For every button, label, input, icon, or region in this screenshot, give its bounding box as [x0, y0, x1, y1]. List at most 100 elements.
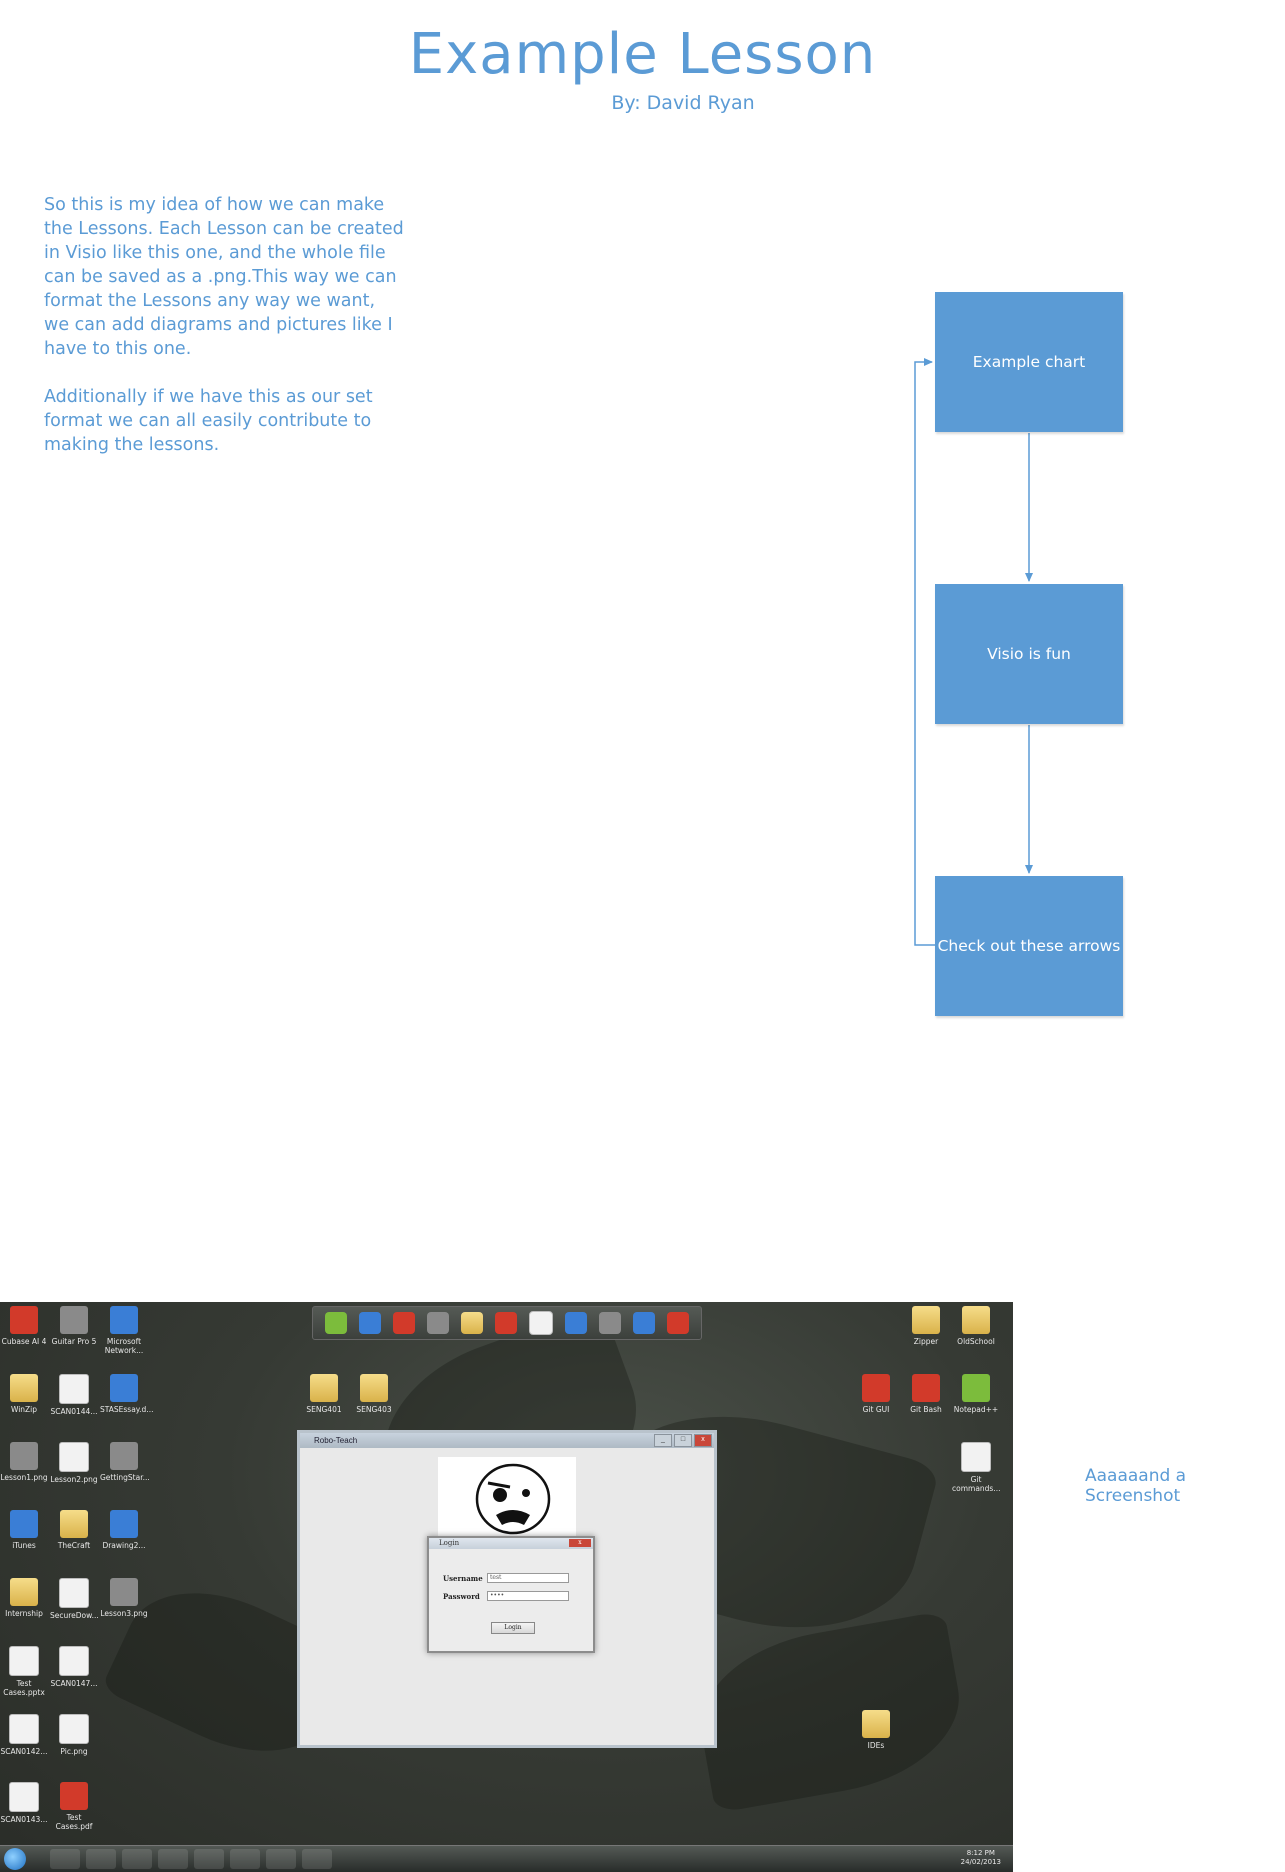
- desktop-icon[interactable]: Pic.png: [50, 1714, 98, 1756]
- cards-icon[interactable]: [495, 1312, 517, 1334]
- desktop-icon-label: IDEs: [867, 1741, 885, 1750]
- desktop-icon[interactable]: Guitar Pro 5: [50, 1306, 98, 1346]
- desktop-icon[interactable]: Internship: [0, 1578, 48, 1618]
- desktop-icon[interactable]: Git Bash: [902, 1374, 950, 1414]
- screenshot-caption: Aaaaaand a Screenshot: [1085, 1466, 1187, 1506]
- app-icon[interactable]: [194, 1849, 224, 1869]
- desktop-icon-label: GettingStar...: [100, 1473, 150, 1482]
- taskbar: 8:12 PM 24/02/2013: [0, 1845, 1013, 1872]
- login-close-button[interactable]: x: [569, 1539, 591, 1547]
- desktop-icon[interactable]: Lesson3.png: [100, 1578, 148, 1618]
- desktop-icon[interactable]: SENG403: [350, 1374, 398, 1414]
- login-dialog-titlebar[interactable]: Login x: [429, 1538, 593, 1549]
- desktop-screenshot: Cubase AI 4 Guitar Pro 5 Microsoft Netwo…: [0, 1302, 1013, 1872]
- desktop-icon[interactable]: STASEssay.d...: [100, 1374, 153, 1414]
- firefox-icon[interactable]: [667, 1312, 689, 1334]
- desktop-icon[interactable]: Git GUI: [852, 1374, 900, 1414]
- desktop-icon[interactable]: Microsoft Network...: [100, 1306, 148, 1355]
- notepad-icon[interactable]: [529, 1311, 553, 1335]
- desktop-icon-label: SCAN0147...: [50, 1679, 98, 1688]
- login-button[interactable]: Login: [491, 1622, 535, 1634]
- visio-icon[interactable]: [266, 1849, 296, 1869]
- desktop-icon[interactable]: iTunes: [0, 1510, 48, 1550]
- flow-node-example-chart: Example chart: [935, 292, 1123, 432]
- desktop-icon-label: Microsoft Network...: [104, 1337, 144, 1355]
- app-icon[interactable]: [325, 1312, 347, 1334]
- desktop-icon-label: SENG401: [306, 1405, 342, 1414]
- desktop-icon-label: Git Bash: [910, 1405, 942, 1414]
- desktop-icon[interactable]: Lesson2.png: [50, 1442, 98, 1484]
- desktop-icon-label: SCAN0144...: [50, 1407, 98, 1416]
- desktop-icon-label: SecureDow...: [50, 1611, 99, 1620]
- flow-node-check-arrows: Check out these arrows: [935, 876, 1123, 1016]
- media-player-icon[interactable]: [86, 1849, 116, 1869]
- desktop-icon-label: TheCraft: [57, 1541, 91, 1550]
- desktop-icon[interactable]: Drawing2...: [100, 1510, 148, 1550]
- desktop-icon-label: SCAN0143...: [0, 1815, 48, 1824]
- desktop-icon-label: WinZip: [10, 1405, 38, 1414]
- headphones-icon[interactable]: [427, 1312, 449, 1334]
- globe-icon[interactable]: [359, 1312, 381, 1334]
- desktop-icon-label: Test Cases.pdf: [55, 1813, 93, 1831]
- app-icon[interactable]: [393, 1312, 415, 1334]
- desktop-icon-label: OldSchool: [957, 1337, 995, 1346]
- app-icon[interactable]: [565, 1312, 587, 1334]
- desktop-icon[interactable]: Lesson1.png: [0, 1442, 48, 1482]
- flow-node-visio-is-fun: Visio is fun: [935, 584, 1123, 724]
- recycle-bin-icon[interactable]: [599, 1312, 621, 1334]
- app-window-title: Robo-Teach: [314, 1436, 358, 1445]
- desktop-icon-label: Internship: [5, 1609, 43, 1618]
- desktop-icon[interactable]: TheCraft: [50, 1510, 98, 1550]
- desktop-icon[interactable]: Notepad++: [952, 1374, 1000, 1414]
- desktop-icon[interactable]: Zipper: [902, 1306, 950, 1346]
- internet-explorer-icon[interactable]: [633, 1312, 655, 1334]
- desktop-icon[interactable]: SCAN0147...: [50, 1646, 98, 1688]
- app-window-titlebar[interactable]: Robo-Teach _ □ x: [300, 1433, 714, 1448]
- internet-explorer-icon[interactable]: [122, 1849, 152, 1869]
- desktop-icon[interactable]: OldSchool: [952, 1306, 1000, 1346]
- desktop-icon-label: Drawing2...: [102, 1541, 146, 1550]
- login-dialog: Login x Username test Password •••• Logi…: [427, 1536, 595, 1653]
- desktop-icon-label: Lesson3.png: [100, 1609, 148, 1618]
- firefox-icon[interactable]: [158, 1849, 188, 1869]
- meme-face-image: [438, 1457, 576, 1537]
- explorer-icon[interactable]: [50, 1849, 80, 1869]
- username-label: Username: [443, 1574, 483, 1583]
- desktop-icon[interactable]: Git commands...: [952, 1442, 1001, 1493]
- quick-launch-bar: [312, 1306, 702, 1340]
- java-icon[interactable]: [302, 1849, 332, 1869]
- desktop-icon[interactable]: Test Cases.pptx: [0, 1646, 48, 1697]
- clock-date: 24/02/2013: [960, 1858, 1001, 1866]
- desktop-icon[interactable]: WinZip: [0, 1374, 48, 1414]
- start-button[interactable]: [4, 1848, 26, 1870]
- desktop-icon-label: iTunes: [12, 1541, 36, 1550]
- desktop-icon[interactable]: SecureDow...: [50, 1578, 99, 1620]
- arrow-loop-back: [914, 358, 935, 946]
- desktop-icon[interactable]: SCAN0143...: [0, 1782, 48, 1824]
- desktop-icon-label: Pic.png: [60, 1747, 88, 1756]
- desktop-icon[interactable]: Cubase AI 4: [0, 1306, 48, 1346]
- desktop-icon-label: Guitar Pro 5: [51, 1337, 97, 1346]
- password-field[interactable]: ••••: [487, 1591, 569, 1601]
- desktop-icon-label: Cubase AI 4: [1, 1337, 47, 1346]
- desktop-icon-label: Notepad++: [953, 1405, 999, 1414]
- desktop-icon-label: Lesson2.png: [50, 1475, 98, 1484]
- app-icon[interactable]: [461, 1312, 483, 1334]
- clock[interactable]: 8:12 PM 24/02/2013: [961, 1849, 1001, 1867]
- desktop-icon-label: Zipper: [913, 1337, 939, 1346]
- desktop-icon[interactable]: SCAN0142...: [0, 1714, 48, 1756]
- username-field[interactable]: test: [487, 1573, 569, 1583]
- desktop-icon-label: STASEssay.d...: [100, 1405, 154, 1414]
- minimize-button[interactable]: _: [654, 1434, 672, 1447]
- clock-time: 8:12 PM: [966, 1849, 995, 1857]
- desktop-icon-label: SENG403: [356, 1405, 392, 1414]
- desktop-icon[interactable]: SENG401: [300, 1374, 348, 1414]
- settings-icon[interactable]: [230, 1849, 260, 1869]
- close-button[interactable]: x: [694, 1434, 712, 1447]
- desktop-icon[interactable]: Test Cases.pdf: [50, 1782, 98, 1831]
- desktop-icon[interactable]: SCAN0144...: [50, 1374, 98, 1416]
- maximize-button[interactable]: □: [674, 1434, 692, 1447]
- desktop-icon[interactable]: IDEs: [852, 1710, 900, 1750]
- login-dialog-title: Login: [439, 1539, 460, 1547]
- desktop-icon[interactable]: GettingStar...: [100, 1442, 150, 1482]
